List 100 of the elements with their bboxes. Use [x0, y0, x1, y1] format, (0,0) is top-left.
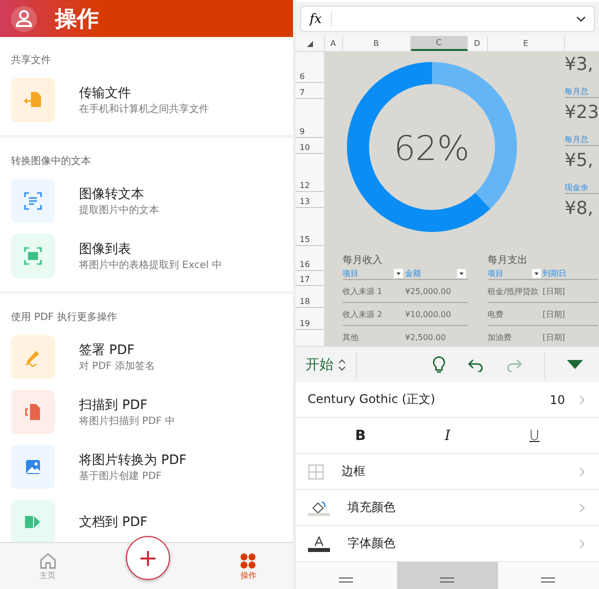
borders-icon: [308, 464, 324, 480]
action-description: 提取图片中的文本: [79, 204, 159, 216]
chevron-down-icon[interactable]: [576, 16, 586, 22]
collapse-triangle-icon[interactable]: [567, 360, 583, 369]
table-cell-text: 收入来源 1: [342, 286, 384, 296]
action-description: 将图片扫描到 PDF 中: [79, 414, 175, 428]
summary-value: ¥3,: [564, 54, 594, 76]
table-title: 每月支出: [488, 254, 529, 267]
column-title: 项目: [342, 268, 359, 278]
action-description: 将图片中的表格提取到 Excel 中: [79, 258, 222, 272]
summary-label: 每月总: [564, 86, 599, 98]
action-item[interactable]: 传输文件 在手机和计算机之间共享文件: [0, 75, 293, 130]
column-title: 金额: [405, 268, 422, 278]
column-header[interactable]: A: [324, 36, 343, 51]
row-number[interactable]: 17: [300, 275, 310, 284]
table-cell-text: 电费: [488, 308, 505, 320]
table-cell-text: 租金/抵押贷款: [488, 286, 540, 296]
action-title: 扫描到 PDF: [79, 396, 148, 414]
row-number[interactable]: 13: [300, 197, 310, 206]
grid-dots-icon: [239, 552, 258, 570]
table-cell-text: [日期]: [542, 308, 566, 320]
table-cell-text: 收入来源 2: [342, 308, 384, 320]
row-number[interactable]: 7: [300, 88, 305, 97]
section-heading: 转换图像中的文本: [10, 154, 92, 168]
scan-document-icon: [23, 402, 43, 422]
account-icon[interactable]: [11, 6, 37, 32]
action-item[interactable]: 扫描到 PDF 将图片扫描到 PDF 中: [0, 387, 293, 442]
font-selector[interactable]: Century Gothic (正文) 10: [296, 382, 599, 418]
row-number[interactable]: 6: [300, 72, 305, 81]
action-item[interactable]: 将图片转换为 PDF 基于图片创建 PDF: [0, 442, 293, 497]
align-lines-icon: [541, 577, 556, 583]
table-cell-text: ¥2,500.00: [405, 332, 447, 342]
action-description: 在手机和计算机之间共享文件: [79, 102, 209, 116]
row-number[interactable]: 18: [300, 297, 310, 306]
undo-icon[interactable]: [468, 358, 484, 372]
format-option[interactable]: 边框: [296, 454, 599, 490]
add-button[interactable]: +: [126, 536, 170, 580]
action-title: 图像转文本: [79, 186, 145, 202]
table-title: 每月收入: [342, 254, 384, 267]
filter-dropdown-icon[interactable]: [532, 268, 541, 278]
summary-label: 每月总: [564, 134, 599, 146]
file-transfer-icon: [23, 90, 43, 110]
action-title: 传输文件: [79, 84, 132, 102]
format-option[interactable]: 填充颜色: [296, 490, 599, 526]
action-title: 签署 PDF: [79, 342, 136, 358]
row-number[interactable]: 16: [300, 260, 310, 269]
bold-button[interactable]: B: [349, 426, 372, 446]
summary-label: 现金余: [564, 182, 599, 194]
section-heading: 共享文件: [10, 54, 52, 67]
chevron-right-icon: [579, 394, 585, 404]
percent-reading: 62%: [392, 129, 470, 169]
chevron-right-icon: [579, 502, 585, 512]
ribbon-tab-selector[interactable]: 开始: [296, 352, 357, 378]
table-cell-text: 其他: [342, 332, 360, 342]
scan-text-icon: [23, 191, 43, 211]
table-cell-text: 加油费: [488, 332, 513, 342]
scan-table-icon: [23, 246, 43, 266]
row-number[interactable]: 12: [300, 181, 310, 190]
chevron-right-icon: [579, 538, 585, 548]
action-title: 将图片转换为 PDF: [79, 452, 186, 468]
chevron-right-icon: [579, 466, 585, 476]
formula-field[interactable]: fx: [300, 6, 595, 32]
home-icon: [38, 552, 57, 570]
column-header[interactable]: C: [410, 36, 468, 51]
page-title: 操作: [55, 6, 99, 34]
action-item[interactable]: 图像到表 将图片中的表格提取到 Excel 中: [0, 231, 293, 286]
italic-button[interactable]: I: [438, 426, 456, 446]
row-number[interactable]: 15: [300, 235, 310, 244]
select-all-icon[interactable]: [306, 40, 313, 46]
lightbulb-icon[interactable]: [432, 356, 446, 374]
underline-button[interactable]: U: [523, 426, 546, 446]
action-item[interactable]: 图像转文本 提取图片中的文本: [0, 176, 293, 231]
action-title: 图像到表: [79, 240, 132, 258]
row-number[interactable]: 10: [300, 143, 310, 152]
up-down-icon: [338, 358, 346, 372]
summary-value: ¥8,: [564, 198, 594, 220]
column-header[interactable]: D: [468, 36, 488, 51]
table-cell-text: [日期]: [542, 286, 566, 296]
table-cell-text: ¥10,000.00: [405, 310, 452, 318]
action-description: 对 PDF 添加签名: [79, 360, 155, 372]
action-description: 基于图片创建 PDF: [79, 470, 163, 482]
align-lines-icon: [440, 577, 454, 583]
summary-value: ¥5,: [564, 150, 594, 172]
table-cell-text: ¥25,000.00: [405, 286, 452, 296]
nav-tab[interactable]: 操作: [228, 552, 268, 580]
column-header[interactable]: E: [488, 36, 565, 51]
function-label: fx: [300, 12, 332, 26]
action-title: 文档到 PDF: [79, 514, 148, 530]
font-color-icon: [308, 536, 330, 552]
section-heading: 使用 PDF 执行更多操作: [10, 310, 118, 324]
column-title: 到期日: [542, 268, 567, 278]
align-lines-icon: [339, 577, 354, 583]
row-number[interactable]: 9: [300, 127, 305, 136]
column-title: 项目: [488, 268, 504, 278]
summary-value: ¥23: [564, 102, 599, 124]
image-icon: [23, 457, 43, 477]
filter-dropdown-icon[interactable]: [394, 268, 404, 278]
filter-dropdown-icon[interactable]: [456, 268, 466, 278]
action-item[interactable]: 签署 PDF 对 PDF 添加签名: [0, 332, 293, 387]
row-number[interactable]: 19: [300, 319, 310, 328]
